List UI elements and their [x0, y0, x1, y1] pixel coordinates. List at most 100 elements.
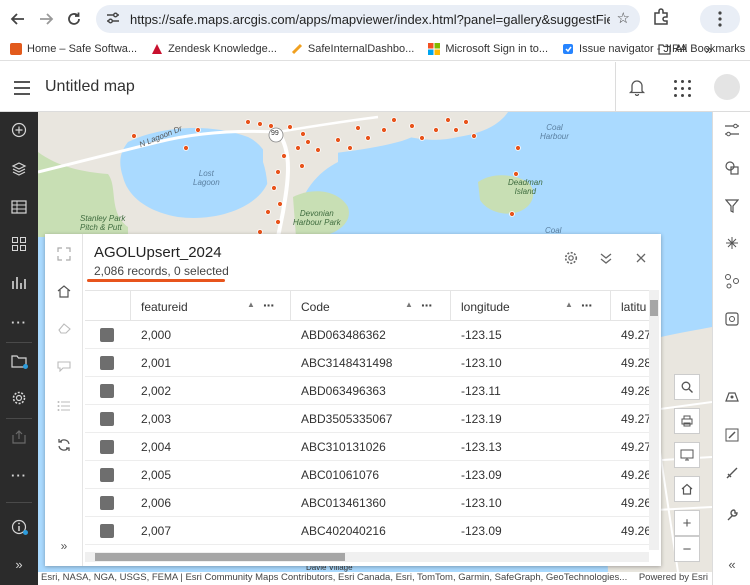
address-bar[interactable]: https://safe.maps.arcgis.com/apps/mapvie… — [96, 5, 640, 33]
url-text[interactable]: https://safe.maps.arcgis.com/apps/mapvie… — [130, 12, 610, 27]
row-select-checkbox[interactable] — [100, 328, 114, 342]
row-select-checkbox[interactable] — [100, 356, 114, 370]
map-views-icon[interactable] — [0, 229, 38, 259]
back-arrow-icon[interactable] — [4, 5, 32, 33]
layers-icon[interactable] — [0, 154, 38, 184]
table-row[interactable]: 2,002 ABD063496363 -123.11 49.28 — [85, 377, 659, 405]
forward-arrow-icon[interactable] — [32, 5, 60, 33]
avatar[interactable] — [714, 74, 740, 100]
pop-ups-icon[interactable] — [713, 266, 750, 296]
horizontal-scrollbar[interactable] — [85, 552, 649, 562]
table-row[interactable]: 2,005 ABC01061076 -123.09 49.26 — [85, 461, 659, 489]
notifications-bell-icon[interactable] — [628, 78, 646, 99]
table-cell: 2,005 — [141, 468, 172, 482]
close-icon[interactable] — [636, 251, 646, 266]
all-bookmarks-button[interactable]: All Bookmarks — [658, 43, 745, 55]
bookmark-item[interactable]: Zendesk Knowledge... — [151, 43, 277, 55]
search-icon[interactable] — [674, 374, 700, 400]
save-folder-icon[interactable] — [0, 346, 38, 376]
column-menu-icon[interactable]: ··· — [421, 297, 433, 313]
properties-icon[interactable] — [713, 115, 750, 145]
bookmark-item[interactable]: Microsoft Sign in to... — [428, 43, 548, 55]
row-select-checkbox[interactable] — [100, 412, 114, 426]
styles-icon[interactable] — [713, 153, 750, 183]
labels-icon[interactable] — [713, 382, 750, 412]
table-row[interactable]: 2,003 ABD3505335067 -123.19 49.27 — [85, 405, 659, 433]
refresh-icon[interactable] — [45, 431, 83, 459]
add-layer-icon[interactable] — [0, 115, 38, 145]
row-select-checkbox[interactable] — [100, 468, 114, 482]
column-header-longitude[interactable]: longitude ▲ ··· — [451, 291, 611, 321]
table-cell: -123.11 — [461, 384, 501, 398]
settings-gear-icon[interactable] — [0, 383, 38, 413]
bookmark-item[interactable]: SafeInternalDashbo... — [291, 43, 414, 55]
column-header-code[interactable]: Code ▲ ··· — [291, 291, 451, 321]
expand-panel-icon[interactable]: » — [45, 532, 83, 560]
bookmark-label: Zendesk Knowledge... — [168, 43, 277, 55]
row-select-checkbox[interactable] — [100, 496, 114, 510]
bookmark-favicon-icon — [291, 43, 303, 55]
table-cell: 2,003 — [141, 412, 172, 426]
table-row[interactable]: 2,006 ABC013461360 -123.10 49.26 — [85, 489, 659, 517]
toolbar-divider — [6, 418, 32, 419]
sketch-icon[interactable] — [713, 458, 750, 488]
bookmark-star-icon[interactable]: ☆ — [617, 9, 630, 27]
page-title[interactable]: Untitled map — [45, 78, 135, 96]
configure-pop-up-icon[interactable] — [713, 304, 750, 334]
zoom-out-button[interactable]: − — [674, 536, 700, 562]
settings-toolbar: « — [712, 112, 750, 585]
toolbar-divider — [6, 502, 32, 503]
toolbar-divider — [6, 342, 32, 343]
scrollbar-thumb[interactable] — [95, 553, 345, 561]
row-select-checkbox[interactable] — [100, 384, 114, 398]
edit-icon[interactable] — [713, 420, 750, 450]
reload-icon[interactable] — [60, 5, 88, 33]
table-options-gear-icon[interactable] — [564, 251, 578, 268]
column-label: longitude — [461, 300, 510, 314]
zoom-to-home-icon[interactable] — [45, 277, 83, 305]
app-launcher-icon[interactable] — [674, 80, 691, 97]
charts-icon[interactable] — [0, 268, 38, 298]
table-cell: ABC3148431498 — [301, 356, 393, 370]
home-icon[interactable] — [674, 476, 700, 502]
table-row[interactable]: 2,007 ABC402040216 -123.09 49.26 — [85, 517, 659, 545]
share-icon — [0, 422, 38, 452]
sort-icon[interactable]: ▲ — [247, 300, 255, 309]
expand-toolbar-icon[interactable]: » — [0, 549, 38, 579]
collapse-toolbar-icon[interactable]: « — [713, 549, 750, 579]
more-options-icon[interactable]: ··· — [0, 460, 38, 490]
print-icon[interactable] — [674, 408, 700, 434]
powered-by-esri[interactable]: Powered by Esri — [634, 572, 708, 583]
row-select-checkbox[interactable] — [100, 524, 114, 538]
column-menu-icon[interactable]: ··· — [581, 297, 593, 313]
row-select-checkbox[interactable] — [100, 440, 114, 454]
table-row[interactable]: 2,000 ABD063486362 -123.15 49.27 — [85, 321, 659, 349]
column-header-featureid[interactable]: featureid ▲ ··· — [131, 291, 291, 321]
sort-icon[interactable]: ▲ — [565, 300, 573, 309]
sort-icon[interactable]: ▲ — [405, 300, 413, 309]
table-cell: -123.19 — [461, 412, 502, 426]
monitor-icon[interactable] — [674, 442, 700, 468]
analysis-wrench-icon[interactable] — [713, 500, 750, 530]
browser-menu-icon[interactable] — [700, 5, 740, 33]
extensions-icon[interactable] — [652, 8, 670, 29]
vertical-scrollbar[interactable] — [649, 290, 659, 550]
table-icon[interactable] — [0, 192, 38, 222]
filter-icon[interactable] — [713, 191, 750, 221]
collapse-chevron-icon[interactable] — [599, 251, 613, 268]
attribution-text: Esri, NASA, NGA, USGS, FEMA | Esri Commu… — [41, 572, 628, 583]
table-row[interactable]: 2,001 ABC3148431498 -123.10 49.28 — [85, 349, 659, 377]
table-row[interactable]: 2,004 ABC310131026 -123.13 49.27 — [85, 433, 659, 461]
bookmark-item[interactable]: Home – Safe Softwa... — [10, 43, 137, 55]
info-icon[interactable] — [0, 512, 38, 542]
scrollbar-thumb[interactable] — [650, 300, 658, 316]
zoom-in-button[interactable]: + — [674, 510, 700, 536]
site-settings-icon[interactable] — [106, 12, 124, 27]
hamburger-menu-icon[interactable] — [14, 81, 30, 99]
column-label: Code — [301, 300, 330, 314]
effects-icon[interactable] — [713, 228, 750, 258]
column-menu-icon[interactable]: ··· — [263, 297, 275, 313]
maximize-icon[interactable] — [45, 240, 83, 268]
more-tools-icon[interactable]: ··· — [0, 307, 38, 337]
table-cell: 2,002 — [141, 384, 172, 398]
